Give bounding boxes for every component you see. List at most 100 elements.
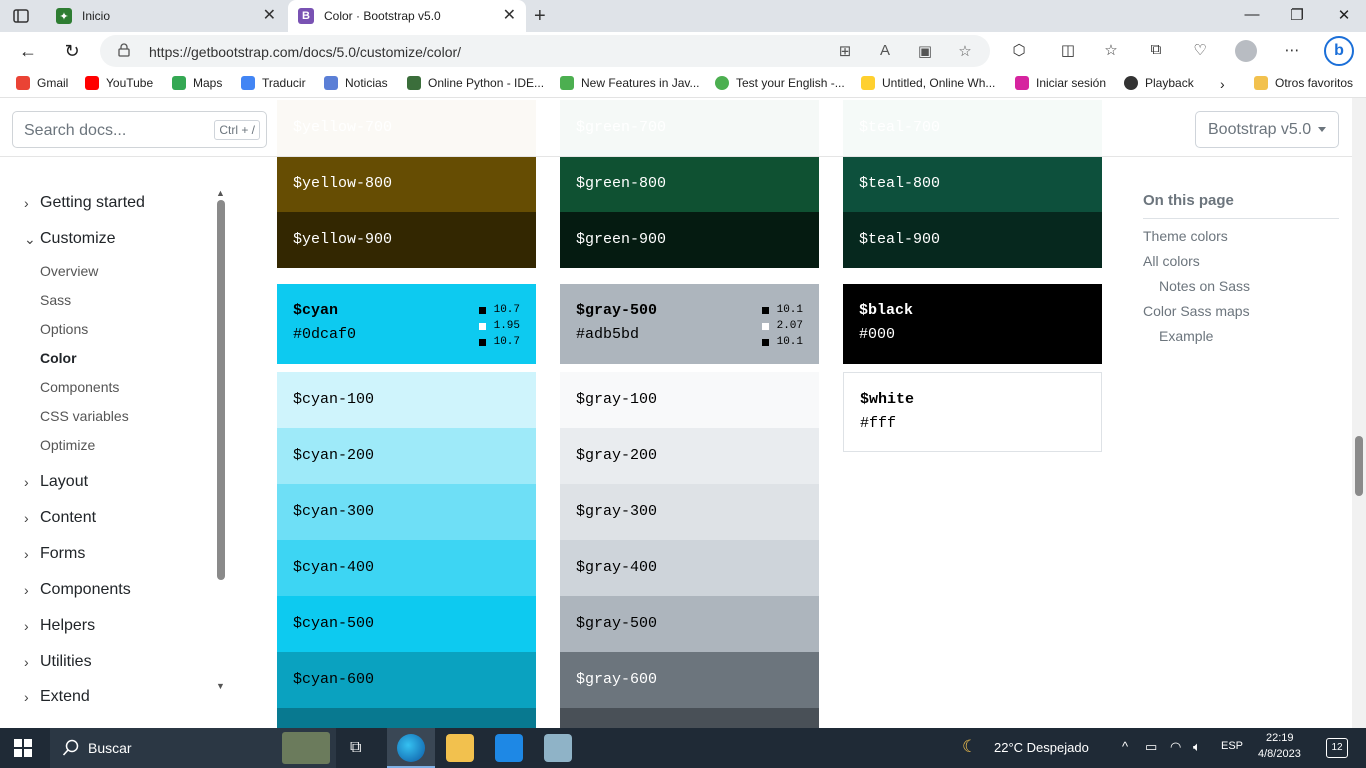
performance-icon[interactable]: ♡ [1188, 41, 1212, 59]
bookmark-otros-favoritos[interactable]: Otros favoritos [1254, 76, 1353, 90]
chevron-right-icon: › [24, 474, 29, 490]
back-icon[interactable]: ← [16, 40, 40, 62]
read-aloud-icon[interactable]: A [874, 42, 896, 59]
toc-link-notes-on-sass[interactable]: Notes on Sass [1143, 278, 1339, 294]
sidebar-section-components[interactable]: › Components [24, 581, 131, 599]
extensions-icon[interactable]: ⬡ [1007, 41, 1031, 59]
split-screen-icon[interactable]: ◫ [1056, 41, 1080, 59]
edge-icon[interactable] [397, 734, 425, 762]
color-swatch-yellow-800: $yellow-800 [277, 156, 536, 212]
sidebar-section-content[interactable]: › Content [24, 509, 96, 527]
sidebar-item-overview[interactable]: Overview [40, 263, 98, 279]
search-icon [62, 739, 79, 756]
battery-icon[interactable]: ▭ [1145, 739, 1157, 755]
weather-text[interactable]: 22°C Despejado [994, 740, 1089, 755]
url-box[interactable]: https://getbootstrap.com/docs/5.0/custom… [100, 35, 990, 67]
profile-avatar[interactable] [1235, 40, 1257, 62]
bookmark-gmail[interactable]: Gmail [16, 76, 68, 90]
chevron-right-icon: › [24, 195, 29, 211]
tab-inicio[interactable]: ✦ Inicio ✕ [44, 0, 286, 32]
apps-icon[interactable]: ⊞ [834, 42, 856, 60]
notepad-icon[interactable] [544, 734, 572, 762]
page-scrollbar[interactable] [1352, 98, 1366, 728]
wifi-icon[interactable]: ◠ [1170, 739, 1181, 755]
chevron-right-icon: › [24, 618, 29, 634]
sidebar-item-css-variables[interactable]: CSS variables [40, 408, 129, 424]
bookmark-traducir[interactable]: Traducir [241, 76, 306, 90]
page-scrollbar-thumb[interactable] [1355, 436, 1363, 496]
sidebar-scrollbar[interactable] [217, 200, 225, 580]
tab-actions-icon[interactable] [10, 6, 32, 26]
sidebar-item-color[interactable]: Color [40, 350, 77, 366]
weather-moon-icon: ☾ [962, 737, 978, 756]
sidebar-item-components[interactable]: Components [40, 379, 119, 395]
color-swatch-gray-600: $gray-600 [560, 652, 819, 708]
clock-date[interactable]: 4/8/2023 [1258, 748, 1301, 760]
reload-icon[interactable]: ↻ [60, 40, 84, 62]
task-view-icon[interactable]: ⧉ [350, 739, 361, 757]
search-docs-input[interactable]: Search docs... Ctrl + / [12, 111, 267, 148]
favorites-icon[interactable]: ☆ [1099, 41, 1123, 59]
color-swatch-cyan-200: $cyan-200 [277, 428, 536, 484]
sidebar-section-customize[interactable]: ⌄ Customize [24, 230, 116, 248]
immersive-reader-icon[interactable]: ▣ [914, 42, 936, 60]
tab-bar: ✦ Inicio ✕ B Color · Bootstrap v5.0 ✕ + … [0, 0, 1366, 32]
docs-header: Search docs... Ctrl + / Bootstrap v5.0 [0, 98, 1352, 157]
sidebar-section-layout[interactable]: › Layout [24, 473, 88, 491]
sidebar-scroll-up-icon[interactable]: ▲ [216, 188, 225, 198]
bookmark-youtube[interactable]: YouTube [85, 76, 153, 90]
volume-icon[interactable]: 🔈︎ [1193, 739, 1201, 755]
toc-link-theme-colors[interactable]: Theme colors [1143, 228, 1339, 244]
url-text[interactable]: https://getbootstrap.com/docs/5.0/custom… [149, 44, 461, 60]
sidebar-item-options[interactable]: Options [40, 321, 88, 337]
tray-expand-icon[interactable]: ^ [1122, 739, 1128, 754]
vscode-icon[interactable] [495, 734, 523, 762]
new-tab-icon[interactable]: + [534, 5, 546, 28]
minimize-icon[interactable]: — [1242, 6, 1262, 23]
sidebar-scroll-down-icon[interactable]: ▼ [216, 681, 225, 691]
close-window-icon[interactable]: ✕ [1334, 6, 1354, 24]
sidebar-section-getting-started[interactable]: › Getting started [24, 194, 145, 212]
bookmark-new-features[interactable]: New Features in Jav... [560, 76, 700, 90]
file-explorer-icon[interactable] [446, 734, 474, 762]
docs-sidebar: › Getting started ⌄ Customize Overview Sas… [0, 157, 230, 728]
check-icon [715, 76, 729, 90]
sidebar-section-helpers[interactable]: › Helpers [24, 617, 95, 635]
news-icon [324, 76, 338, 90]
sidebar-section-forms[interactable]: › Forms [24, 545, 85, 563]
chevron-right-icon: › [24, 689, 29, 705]
bookmark-noticias[interactable]: Noticias [324, 76, 388, 90]
tab-bootstrap-color[interactable]: B Color · Bootstrap v5.0 ✕ [288, 0, 526, 32]
toc-link-example[interactable]: Example [1143, 328, 1339, 344]
folder-icon [1254, 76, 1268, 90]
bing-icon[interactable]: b [1324, 36, 1354, 66]
gmail-icon [16, 76, 30, 90]
close-tab-icon[interactable]: ✕ [263, 8, 276, 24]
bookmark-playback[interactable]: Playback [1124, 76, 1194, 90]
instagram-icon [1015, 76, 1029, 90]
bookmark-untitled[interactable]: Untitled, Online Wh... [861, 76, 995, 90]
taskbar-search[interactable]: Buscar [50, 728, 336, 768]
clock-time[interactable]: 22:19 [1266, 732, 1294, 744]
sidebar-section-utilities[interactable]: › Utilities [24, 653, 92, 671]
bookmark-test-english[interactable]: Test your English -... [715, 76, 845, 90]
restore-icon[interactable]: ❐ [1287, 6, 1307, 24]
collections-icon[interactable]: ⧉ [1144, 41, 1168, 58]
sidebar-item-optimize[interactable]: Optimize [40, 437, 95, 453]
more-menu-icon[interactable]: ⋯ [1280, 41, 1304, 59]
bookmarks-overflow-icon[interactable]: › [1220, 76, 1225, 92]
python-shield-icon [407, 76, 421, 90]
toc-link-color-sass-maps[interactable]: Color Sass maps [1143, 303, 1339, 319]
windows-start-icon[interactable] [14, 739, 32, 757]
sidebar-section-extend[interactable]: › Extend [24, 688, 90, 706]
bookmark-online-python[interactable]: Online Python - IDE... [407, 76, 544, 90]
notification-center-icon[interactable]: 12 [1326, 738, 1348, 758]
bookmark-iniciar-sesion[interactable]: Iniciar sesión [1015, 76, 1106, 90]
bookmark-maps[interactable]: Maps [172, 76, 222, 90]
version-dropdown[interactable]: Bootstrap v5.0 [1195, 111, 1339, 148]
input-language[interactable]: ESP [1221, 740, 1243, 752]
toc-link-all-colors[interactable]: All colors [1143, 253, 1339, 269]
close-tab-icon[interactable]: ✕ [503, 8, 516, 24]
sidebar-item-sass[interactable]: Sass [40, 292, 71, 308]
favorite-star-icon[interactable]: ☆ [954, 42, 976, 60]
